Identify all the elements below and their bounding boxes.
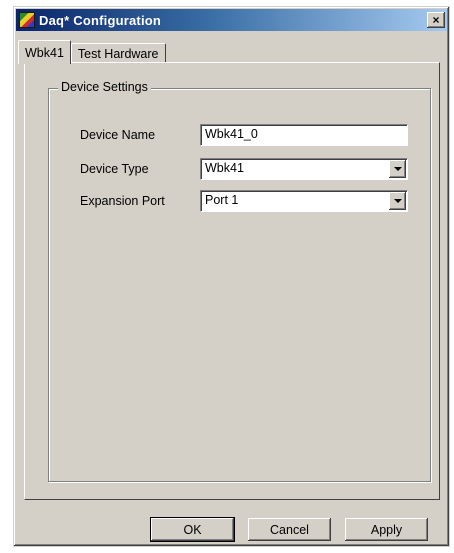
tab-wbk41[interactable]: Wbk41 xyxy=(18,40,71,64)
apply-label: Apply xyxy=(370,522,403,537)
expansion-port-label: Expansion Port xyxy=(80,194,165,208)
device-name-value: Wbk41_0 xyxy=(205,127,258,141)
chevron-down-icon xyxy=(393,199,402,203)
device-type-label: Device Type xyxy=(80,162,149,176)
ok-label: OK xyxy=(183,522,202,537)
cancel-label: Cancel xyxy=(270,522,309,537)
title-bar[interactable]: Daq* Configuration × xyxy=(16,9,447,31)
tab-test-hardware[interactable]: Test Hardware xyxy=(70,43,166,63)
apply-button[interactable]: Apply xyxy=(344,517,429,542)
device-type-dropdown-button[interactable] xyxy=(389,160,406,178)
daq-app-icon xyxy=(19,12,35,28)
tab-label: Wbk41 xyxy=(25,45,64,60)
expansion-port-select[interactable]: Port 1 xyxy=(200,190,408,212)
close-button[interactable]: × xyxy=(427,12,445,28)
chevron-down-icon xyxy=(393,167,402,171)
expansion-port-value: Port 1 xyxy=(205,193,239,207)
ok-button[interactable]: OK xyxy=(150,517,235,542)
expansion-port-dropdown-button[interactable] xyxy=(389,192,406,210)
device-settings-group xyxy=(48,88,431,482)
device-settings-legend: Device Settings xyxy=(58,80,151,94)
tab-panel: Device Settings Device Name Wbk41_0 Devi… xyxy=(24,62,440,500)
device-name-label: Device Name xyxy=(80,128,156,142)
device-type-value: Wbk41 xyxy=(205,161,244,175)
tab-label: Test Hardware xyxy=(77,46,159,61)
dialog-window: Daq* Configuration × Wbk41 Test Hardware… xyxy=(13,6,450,547)
device-type-select[interactable]: Wbk41 xyxy=(200,158,408,180)
window-title: Daq* Configuration xyxy=(39,12,162,28)
device-name-field[interactable]: Wbk41_0 xyxy=(200,124,408,146)
cancel-button[interactable]: Cancel xyxy=(247,517,332,542)
close-icon: × xyxy=(432,13,440,27)
tab-strip: Wbk41 Test Hardware xyxy=(18,39,166,64)
